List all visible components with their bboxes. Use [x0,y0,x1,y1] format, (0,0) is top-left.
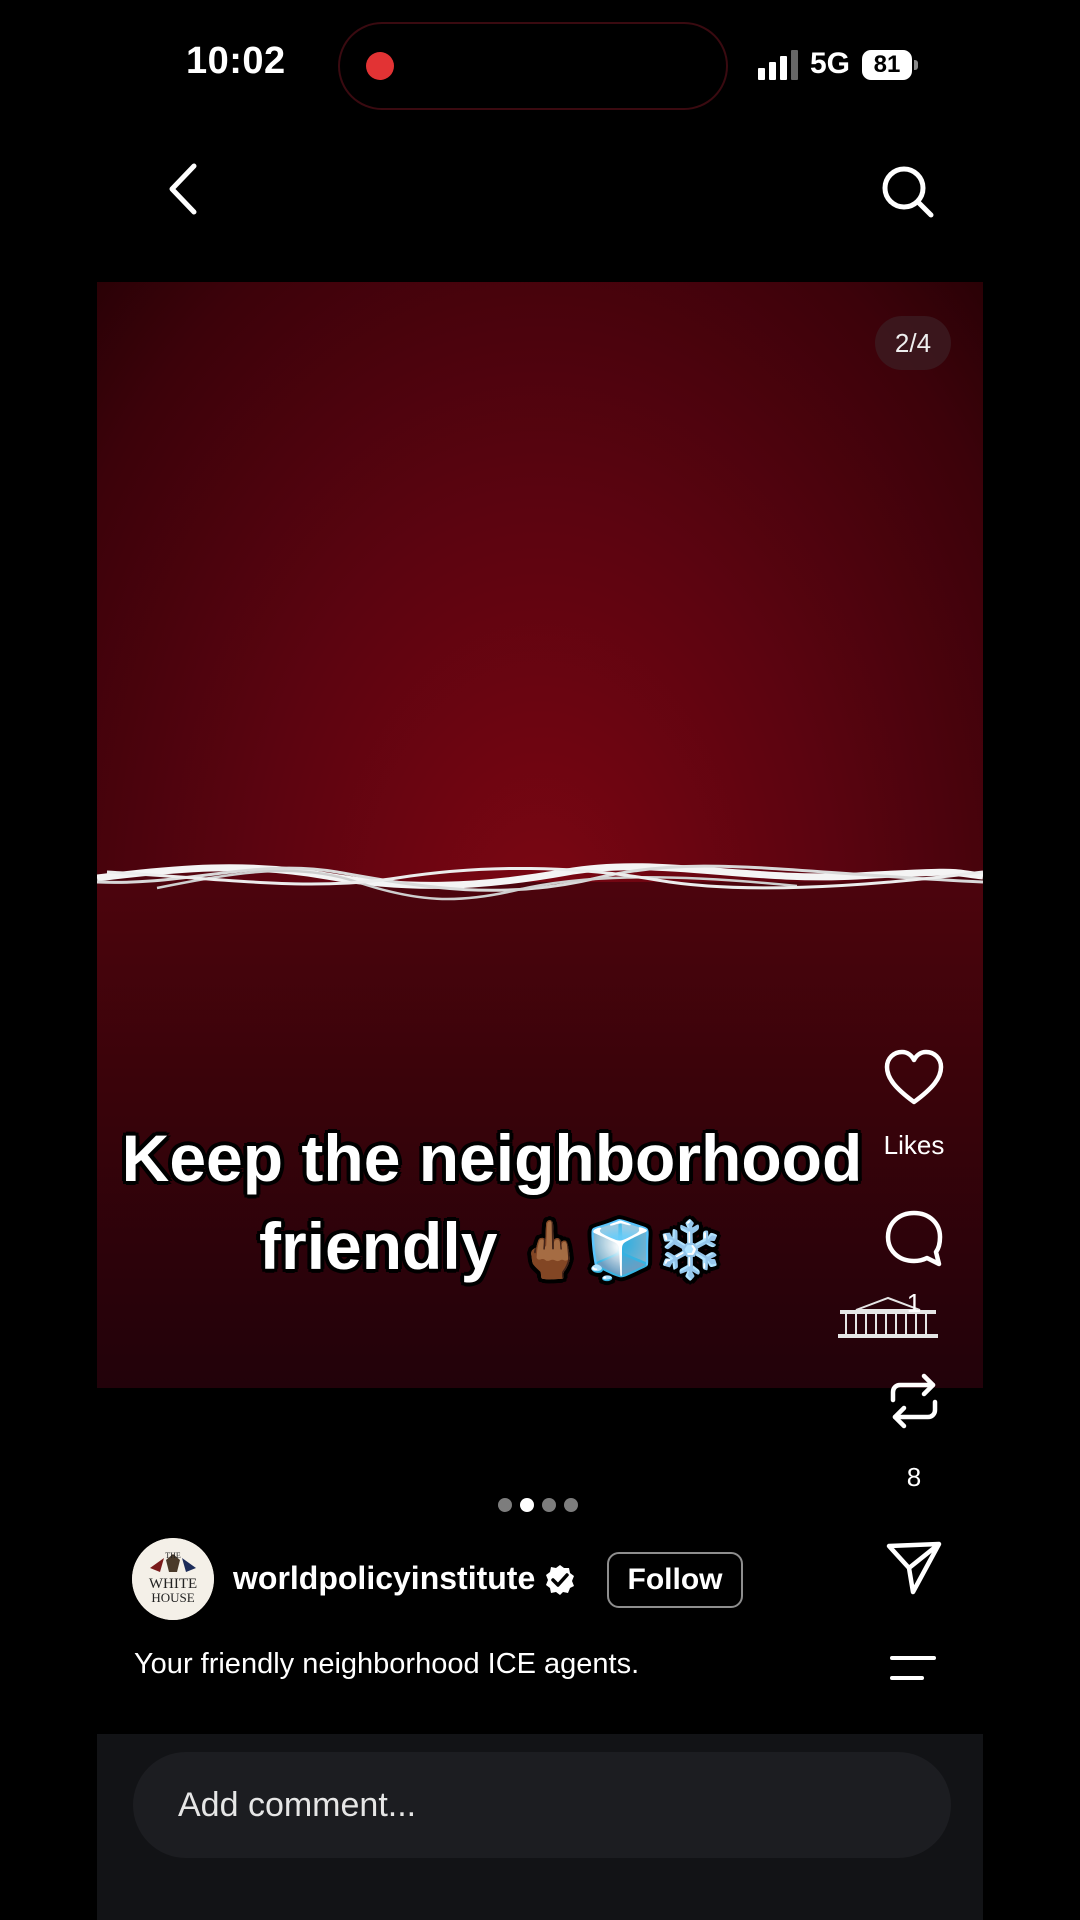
verified-badge-icon [546,1565,574,1595]
signal-strength-icon [758,50,800,80]
overlay-caption: Keep the neighborhood friendly 🖕🏾🧊❄️ [97,1114,887,1295]
carousel-dot [542,1498,556,1512]
overlay-caption-line-2-text: friendly [259,1209,498,1283]
post-media-slide[interactable]: 2/4 Keep the neighborhood friendly 🖕🏾🧊❄️ [97,282,983,1388]
carousel-dot-active [520,1498,534,1512]
follow-button[interactable]: Follow [607,1552,743,1608]
comment-icon[interactable] [883,1208,945,1270]
overlay-caption-line-2: friendly 🖕🏾🧊❄️ [97,1202,887,1295]
comment-panel: Add comment... [97,1734,983,1920]
network-type: 5G [810,47,851,80]
recording-indicator-icon [366,52,394,80]
heart-icon[interactable] [883,1048,945,1110]
overlay-caption-line-1: Keep the neighborhood [121,1121,863,1195]
chevron-left-icon[interactable] [160,158,210,220]
status-time: 10:02 [186,40,286,82]
dynamic-island [338,22,728,110]
repost-count: 8 [906,1462,922,1492]
carousel-dot [498,1498,512,1512]
likes-label: Likes [883,1130,945,1160]
add-comment-input[interactable]: Add comment... [133,1752,951,1858]
repost-icon[interactable] [883,1370,945,1432]
post-caption: Your friendly neighborhood ICE agents. [134,1648,640,1680]
overlay-caption-emojis: 🖕🏾🧊❄️ [515,1218,725,1283]
search-icon[interactable] [878,162,938,222]
battery-icon: 81 [862,50,912,80]
white-house-seal-icon: THE WHITE HOUSE [132,1538,214,1620]
avatar[interactable]: THE WHITE HOUSE [132,1538,214,1620]
carousel-indicator [498,1498,582,1514]
slide-counter-badge: 2/4 [875,316,951,370]
barbed-wire-image [97,863,983,901]
battery-tip [914,60,918,70]
comment-count: 1 [906,1288,922,1318]
carousel-dot [564,1498,578,1512]
more-menu-icon[interactable] [888,1650,938,1686]
avatar-text-top: THE [165,1551,181,1560]
battery-level: 81 [873,51,901,78]
author-username[interactable]: worldpolicyinstitute [233,1560,535,1597]
avatar-text-bottom: HOUSE [151,1590,194,1605]
send-icon[interactable] [883,1536,945,1598]
